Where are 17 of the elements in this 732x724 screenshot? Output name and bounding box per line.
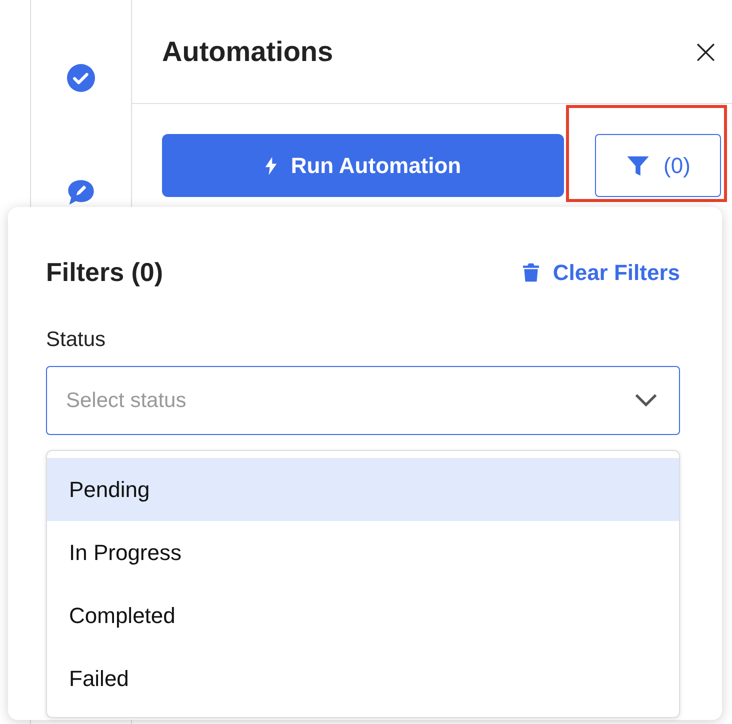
dropdown-option[interactable]: Failed — [47, 647, 679, 710]
filter-icon — [626, 154, 650, 178]
chevron-down-icon — [635, 394, 657, 407]
close-button[interactable]: × — [688, 32, 724, 72]
chat-pencil-icon[interactable] — [67, 179, 95, 207]
trash-icon — [522, 263, 539, 282]
filters-title: Filters (0) — [46, 257, 164, 288]
filter-button[interactable]: (0) — [595, 134, 721, 197]
clear-filters-link[interactable]: Clear Filters — [522, 260, 680, 286]
dropdown-option[interactable]: In Progress — [47, 521, 679, 584]
run-automation-button[interactable]: Run Automation — [162, 134, 564, 197]
lightning-icon — [264, 156, 277, 174]
check-circle-icon[interactable] — [67, 64, 95, 92]
panel-title: Automations — [162, 36, 334, 68]
status-label: Status — [46, 328, 107, 352]
dropdown-option[interactable]: Completed — [47, 584, 679, 647]
dropdown-option[interactable]: Pending — [47, 458, 679, 521]
